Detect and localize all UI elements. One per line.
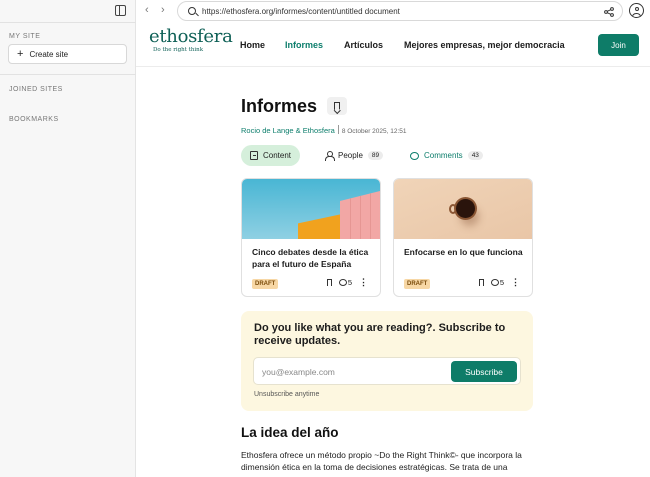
logo-text: ethosfera [149,26,233,47]
sidebar-toggle-icon[interactable] [115,5,126,16]
sidebar-top [0,0,135,22]
back-arrow-icon[interactable]: ‹ [145,4,149,16]
subscribe-heading: Do you like what you are reading?. Subsc… [254,322,506,347]
comment-count-value: 5 [499,278,504,287]
joined-sites-label[interactable]: JOINED SITES [9,86,63,93]
bookmark-icon[interactable] [478,279,484,286]
tab-comments[interactable]: Comments 43 [410,145,483,166]
comments-count-badge: 43 [467,151,483,160]
card-actions: 5 ⋮ [326,278,368,287]
comment-count-value: 5 [347,278,352,287]
tab-comments-label: Comments [424,151,463,160]
card-image-building [242,179,380,239]
article-body: Ethosfera ofrece un método propio ~Do th… [241,450,522,472]
nav-informes[interactable]: Informes [285,40,323,50]
tab-content-label: Content [263,151,292,160]
tab-content[interactable]: Content [241,145,300,166]
more-options-icon[interactable]: ⋮ [511,278,520,287]
tab-people-label: People [338,151,363,160]
document-icon [250,151,258,160]
card-title[interactable]: Enfocarse en lo que funciona [404,246,528,258]
my-site-label: MY SITE [9,33,41,40]
section-heading: La idea del año [241,425,339,440]
bookmark-icon[interactable] [326,279,332,286]
comment-icon [490,279,499,286]
divider [337,125,339,134]
profile-icon[interactable] [629,3,644,18]
bookmarks-label[interactable]: BOOKMARKS [9,116,59,123]
card-image-coffee [394,179,532,239]
more-options-icon[interactable]: ⋮ [359,278,368,287]
site-logo[interactable]: ethosfera Do the right think [149,26,233,54]
card-actions: 5 ⋮ [478,278,520,287]
divider [0,74,136,75]
bookmark-button[interactable] [327,97,347,115]
plus-icon: + [17,47,24,60]
url-text: https://ethosfera.org/informes/content/u… [202,6,400,16]
draft-badge: DRAFT [404,279,431,289]
byline: Rocio de Lange & Ethosfera 8 October 2025… [241,125,407,135]
content-card[interactable]: Cinco debates desde la ética para el fut… [241,178,381,297]
comment-icon [410,151,419,160]
nav-home[interactable]: Home [240,40,265,50]
draft-badge: DRAFT [252,279,279,289]
logo-tagline: Do the right think [153,47,204,53]
content-card[interactable]: Enfocarse en lo que funciona DRAFT 5 ⋮ [393,178,533,297]
join-button[interactable]: Join [598,34,639,56]
nav-articulos[interactable]: Artículos [344,40,383,50]
nav-mejores-empresas[interactable]: Mejores empresas, mejor democracia [404,40,565,50]
bookmark-icon [334,102,340,110]
create-site-button[interactable]: + Create site [8,44,127,64]
sidebar: MY SITE + Create site JOINED SITES BOOKM… [0,0,136,477]
people-count-badge: 89 [367,151,384,160]
authors-link[interactable]: Rocio de Lange & Ethosfera [241,126,335,135]
comment-count[interactable]: 5 [338,278,352,287]
comment-count[interactable]: 5 [490,278,504,287]
card-title[interactable]: Cinco debates desde la ética para el fut… [252,246,376,270]
share-icon[interactable] [604,7,614,17]
subscribe-button[interactable]: Subscribe [451,361,517,382]
email-field-wrapper: Subscribe [253,357,521,385]
comment-icon [338,279,347,286]
address-bar[interactable]: https://ethosfera.org/informes/content/u… [177,1,623,21]
forward-arrow-icon[interactable]: › [161,4,165,16]
page-title: Informes [241,96,318,116]
unsubscribe-note: Unsubscribe anytime [254,391,320,398]
create-site-label: Create site [29,49,69,59]
person-icon [325,151,335,161]
browser-bar: ‹ › https://ethosfera.org/informes/conte… [136,0,650,22]
divider [0,22,136,23]
tab-people[interactable]: People 89 [325,145,384,166]
search-icon [188,7,196,15]
email-field[interactable] [262,364,442,380]
subscribe-box: Do you like what you are reading?. Subsc… [241,311,533,411]
publish-date: 8 October 2025, 12:51 [341,128,407,135]
site-header: ethosfera Do the right think Home Inform… [136,22,650,67]
